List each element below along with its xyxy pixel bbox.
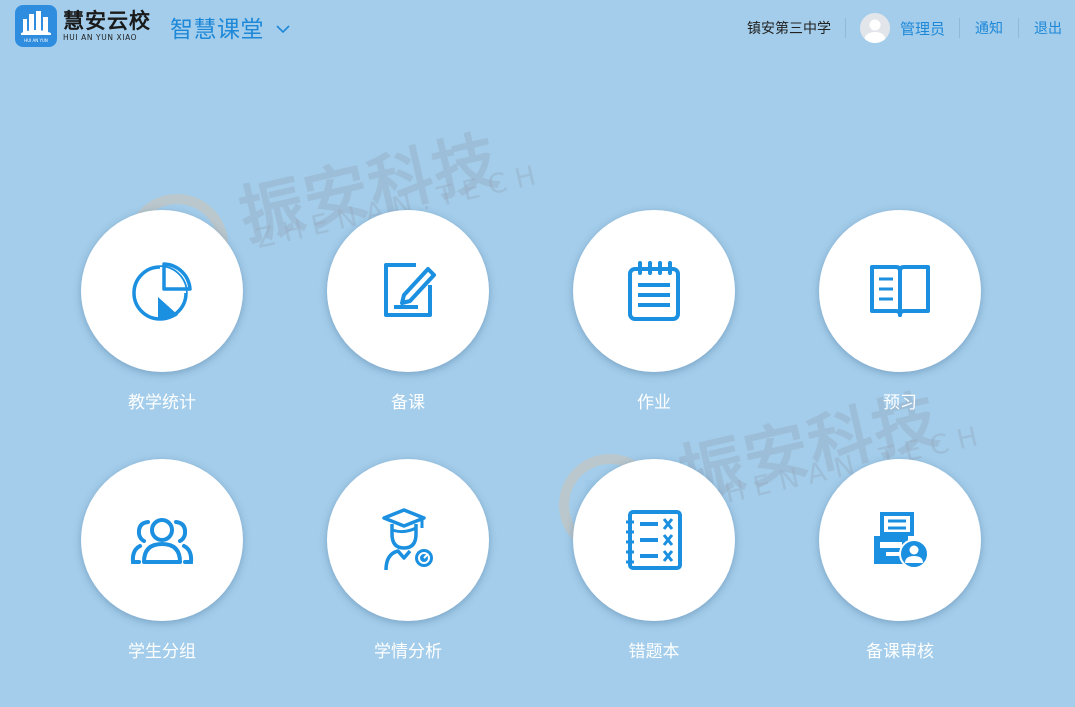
app-logo[interactable]: HUI AN YUN 慧安云校 HUI AN YUN XIAO xyxy=(15,5,157,47)
tile-label: 预习 xyxy=(883,393,917,413)
tile-circle xyxy=(573,210,735,372)
group-icon xyxy=(130,518,194,564)
tile-label: 作业 xyxy=(637,393,671,413)
tile-wrong-answers[interactable]: 错题本 xyxy=(573,459,735,674)
tile-label: 备课审核 xyxy=(866,642,934,662)
tile-student-groups[interactable]: 学生分组 xyxy=(81,459,243,674)
user-menu[interactable]: 管理员 xyxy=(846,13,959,43)
top-bar: HUI AN YUN 慧安云校 HUI AN YUN XIAO 智慧课堂 镇安第… xyxy=(0,0,1075,56)
edit-note-icon xyxy=(384,263,436,317)
tile-circle xyxy=(81,459,243,621)
tile-label: 错题本 xyxy=(628,642,680,662)
tile-lesson-review[interactable]: 备课审核 xyxy=(819,459,981,674)
logout-link[interactable]: 退出 xyxy=(1019,18,1062,38)
svg-text:HUI AN YUN: HUI AN YUN xyxy=(24,38,48,43)
logo-title: 慧安云校 xyxy=(63,9,151,33)
tile-label: 备课 xyxy=(391,393,425,413)
tile-circle xyxy=(327,459,489,621)
top-nav: 镇安第三中学 管理员 通知 退出 xyxy=(747,12,1062,44)
notepad-icon xyxy=(628,261,680,321)
notify-link[interactable]: 通知 xyxy=(960,18,1018,38)
tile-label: 学生分组 xyxy=(128,642,196,662)
school-name: 镇安第三中学 xyxy=(746,21,831,37)
pie-chart-icon xyxy=(132,262,192,321)
tile-circle xyxy=(327,210,489,372)
logo-mark-icon: HUI AN YUN xyxy=(15,5,57,47)
app-title: 智慧课堂 xyxy=(170,17,264,43)
logo-subtitle: HUI AN YUN XIAO xyxy=(63,33,138,42)
app-switcher[interactable]: 智慧课堂 xyxy=(170,10,290,44)
chevron-down-icon xyxy=(276,24,290,33)
tile-learning-analysis[interactable]: 学情分析 xyxy=(327,459,489,674)
student-analysis-icon xyxy=(382,508,433,571)
tile-preview[interactable]: 预习 xyxy=(819,210,981,425)
review-icon xyxy=(874,512,929,569)
tile-circle xyxy=(573,459,735,621)
user-name: 管理员 xyxy=(899,19,945,38)
avatar-icon xyxy=(859,13,890,43)
tile-circle xyxy=(81,210,243,372)
tile-homework[interactable]: 作业 xyxy=(573,210,735,425)
tile-label: 教学统计 xyxy=(128,393,196,413)
tile-label: 学情分析 xyxy=(374,642,442,662)
tile-teaching-stats[interactable]: 教学统计 xyxy=(81,210,243,425)
tile-circle xyxy=(819,459,981,621)
wrong-answers-icon xyxy=(626,510,682,570)
open-book-icon xyxy=(870,265,930,317)
tile-circle xyxy=(819,210,981,372)
tile-lesson-prep[interactable]: 备课 xyxy=(327,210,489,425)
